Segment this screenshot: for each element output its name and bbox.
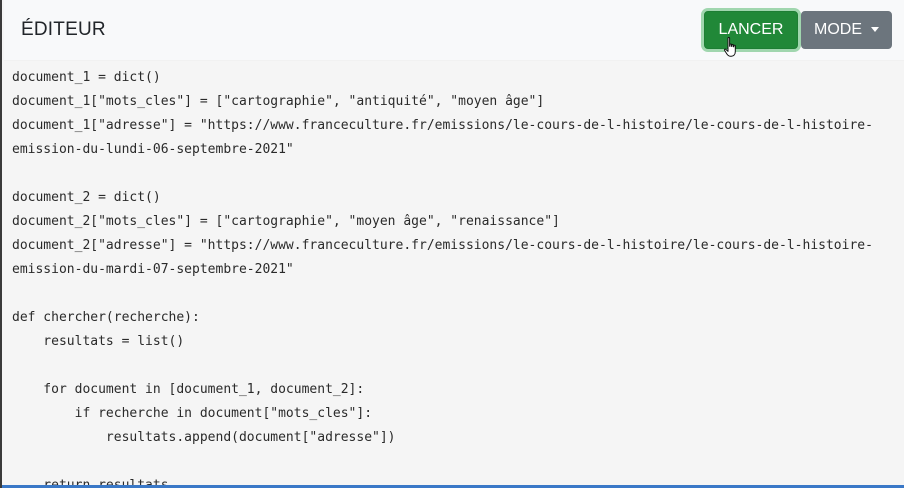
code-line: if recherche in document["mots_cles"]: [12,406,373,421]
app-window: ÉDITEUR LANCER MODE document_1 = dict() d… [0,0,904,488]
mode-dropdown-button[interactable]: MODE [801,11,892,49]
code-line: for document in [document_1, document_2]… [12,382,365,397]
code-line: document_1["mots_cles"] = ["cartographie… [12,94,545,109]
code-line: def chercher(recherche): [12,310,200,325]
code-line: document_1["adresse"] = "https://www.fra… [12,118,873,133]
caret-down-icon [871,26,879,32]
run-button[interactable]: LANCER [704,11,798,49]
editor-header: ÉDITEUR LANCER MODE [4,0,904,61]
code-line: document_2["adresse"] = "https://www.fra… [12,238,873,253]
code-content[interactable]: document_1 = dict() document_1["mots_cles… [12,66,873,488]
code-line: document_2 = dict() [12,190,161,205]
code-line: document_1 = dict() [12,70,161,85]
code-line: resultats.append(document["adresse"]) [12,430,396,445]
code-line: resultats = list() [12,334,185,349]
code-editor[interactable]: document_1 = dict() document_1["mots_cles… [4,61,904,488]
code-line: emission-du-mardi-07-septembre-2021" [12,262,294,277]
code-line: document_2["mots_cles"] = ["cartographie… [12,214,560,229]
page-title: ÉDITEUR [21,19,106,40]
hand-pointer-icon [723,37,736,57]
mode-button-label: MODE [814,21,862,38]
code-line: emission-du-lundi-06-septembre-2021" [12,142,294,157]
